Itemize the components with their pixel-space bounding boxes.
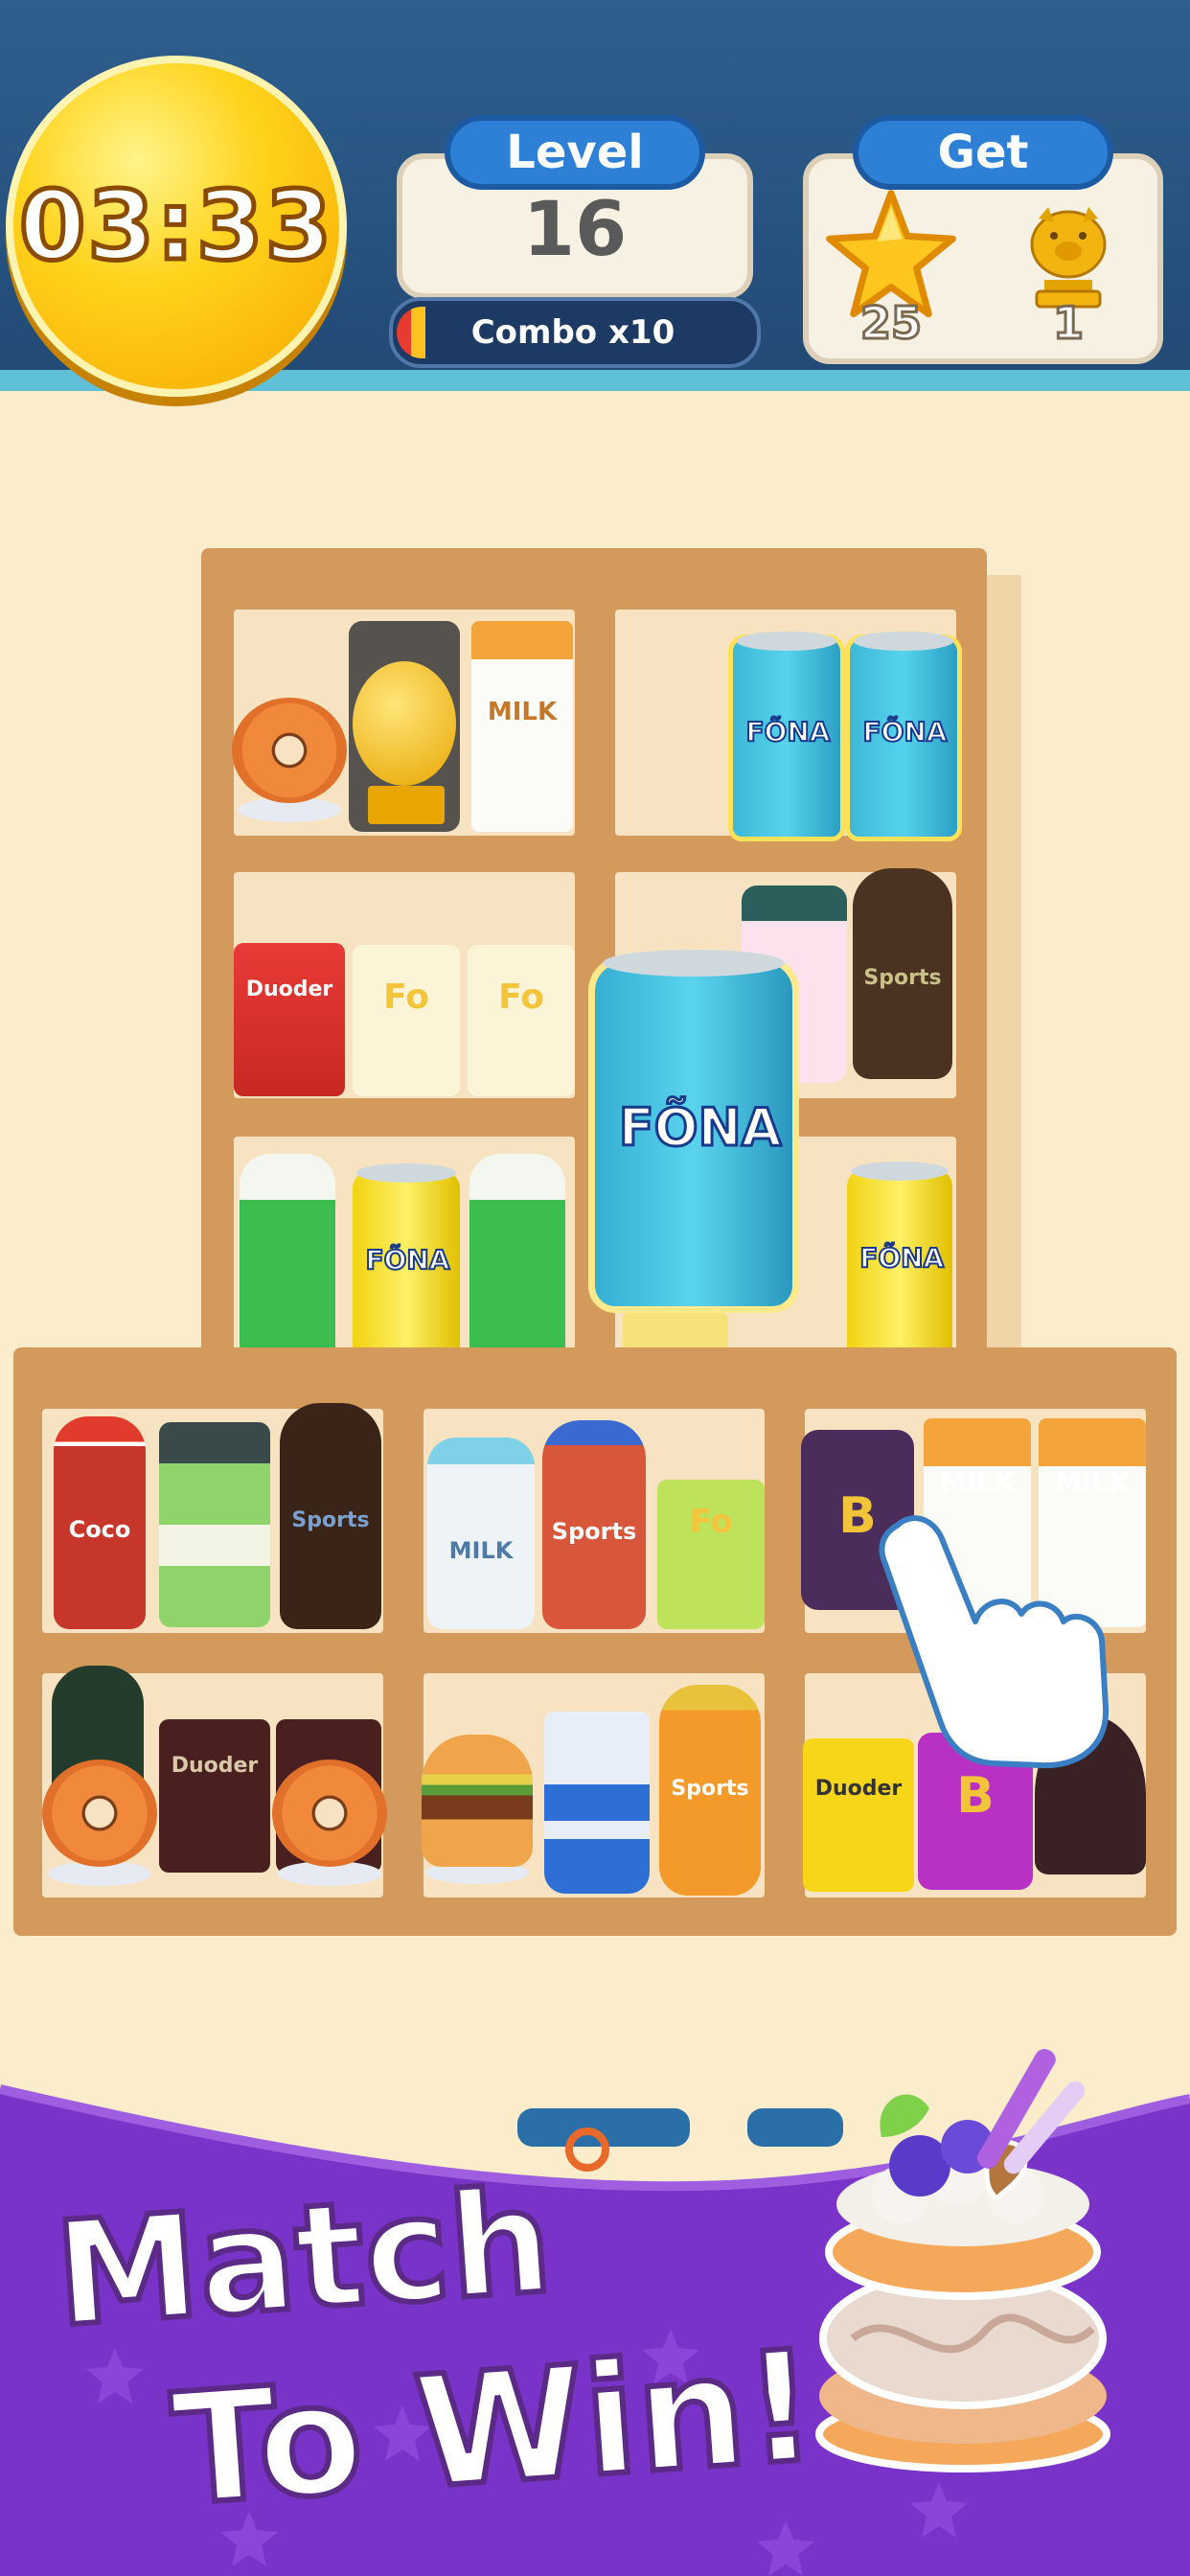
sports-label: Sports [551, 1518, 637, 1545]
sports-label: Sports [291, 1508, 370, 1532]
milk-carton-item[interactable]: MILK [471, 621, 573, 832]
fona-logo: FÕNA [617, 1096, 783, 1160]
focc-chips-item[interactable]: Fo [353, 945, 460, 1096]
fona-logo: FÕNA [858, 1241, 945, 1275]
duoder-label: Duoder [171, 1754, 259, 1778]
coco-label: Coco [68, 1516, 131, 1543]
milk-label: MILK [940, 1466, 1015, 1498]
donut-item[interactable] [42, 1760, 157, 1867]
milk-jug-item[interactable]: MILK [427, 1438, 535, 1629]
can-lid [854, 631, 953, 652]
milk-label: MILK [1055, 1466, 1130, 1498]
duoder-label: Duoder [814, 1777, 903, 1801]
can-lid [851, 1162, 949, 1181]
fona-logo: FÕNA [861, 715, 948, 748]
sports-bottle-item[interactable]: Sports [853, 868, 952, 1079]
focc-label: Fo [498, 978, 544, 1017]
star-count: 25 [858, 296, 923, 351]
timer-badge: 03:33 [6, 56, 347, 397]
milk-label: MILK [448, 1537, 514, 1564]
combo-text: Combo x10 [470, 313, 675, 352]
duoder-label: Duoder [245, 978, 333, 1001]
banner-title-line1: Match [48, 2155, 561, 2362]
soda-cup-item[interactable] [544, 1712, 650, 1894]
can-lid [737, 631, 836, 652]
cake-illustration [815, 2049, 1110, 2472]
donut-item[interactable] [232, 698, 347, 803]
donut-item[interactable] [272, 1760, 387, 1867]
fona-can-item[interactable]: FÕNA [845, 631, 962, 841]
can-lid [356, 1163, 456, 1183]
sports-bottle-item[interactable]: Sports [280, 1403, 381, 1629]
fona-logo: FÕNA [364, 1243, 450, 1276]
gold-pig-item[interactable] [353, 661, 456, 786]
fona-can-item[interactable]: FÕNA [728, 631, 845, 841]
level-number: 16 [522, 187, 628, 273]
duoder-chips-item[interactable]: Duoder [234, 943, 345, 1096]
sports-label: Sports [863, 966, 942, 990]
b-label: B [956, 1767, 995, 1825]
tutorial-hand-pointer-icon [879, 1515, 1110, 1769]
can-lid [603, 949, 785, 978]
focc-label: Fo [383, 978, 429, 1017]
selected-fona-can[interactable]: FÕNA [588, 949, 799, 1313]
pig-count: 1 [1051, 296, 1085, 351]
fona-logo: FÕNA [744, 715, 831, 748]
burger-item[interactable] [422, 1735, 533, 1867]
focc-label: Fo [689, 1503, 733, 1541]
focc-chips-item[interactable]: Fo [468, 945, 575, 1096]
focc-chips-item[interactable]: Fo [657, 1480, 765, 1629]
green-soda-item[interactable] [240, 1154, 335, 1363]
duoder-chips-item[interactable]: Duoder [159, 1719, 270, 1873]
coco-cola-bottle-item[interactable]: Coco [54, 1416, 146, 1629]
yellow-fona-can-item[interactable]: FÕNA [847, 1162, 952, 1361]
gold-pig-base [368, 786, 445, 824]
timer-text: 03:33 [16, 168, 334, 285]
ring-item [565, 2128, 609, 2172]
milk-label: MILK [487, 698, 558, 726]
sports-bottle-item[interactable]: Sports [659, 1685, 761, 1896]
get-label: Get [853, 115, 1113, 190]
sports-bottle-item[interactable]: Sports [542, 1420, 646, 1629]
green-soda-item[interactable] [469, 1154, 565, 1363]
sports-label: Sports [671, 1777, 749, 1801]
green-cup-item[interactable] [159, 1422, 270, 1627]
yellow-fona-can-item[interactable]: FÕNA [353, 1163, 460, 1361]
